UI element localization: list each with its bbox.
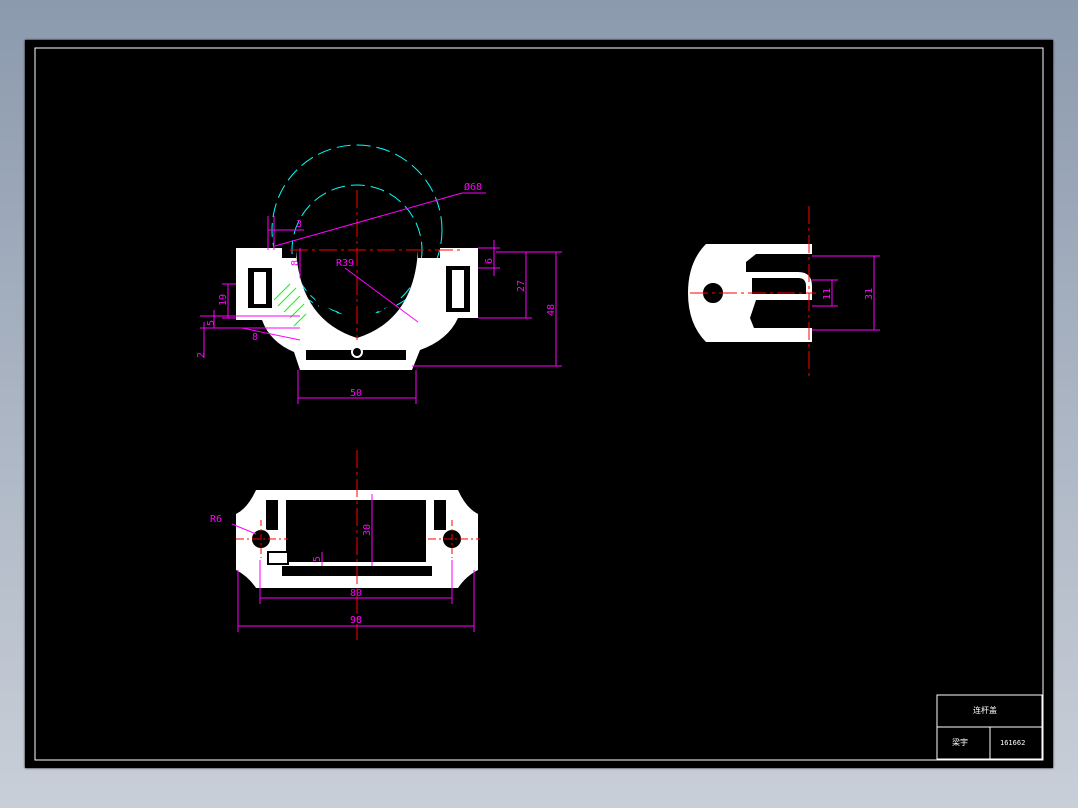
side-view xyxy=(688,206,816,376)
dim-48: 48 xyxy=(546,304,557,316)
top-window xyxy=(286,500,426,562)
dim-11: 11 xyxy=(822,288,833,300)
dim-19: 19 xyxy=(218,294,229,306)
dim-r6: R6 xyxy=(210,514,222,525)
top-view xyxy=(236,450,480,640)
dim-5: 5 xyxy=(206,320,217,326)
dim-d68: Ø68 xyxy=(464,181,482,193)
cad-drawing: Ø68 R39 3 8 6 27 48 19 5 8 2 50 11 31 R6… xyxy=(34,47,1044,761)
dim-r39: R39 xyxy=(336,258,354,269)
dim-30: 30 xyxy=(362,524,373,536)
drawing-number: 161662 xyxy=(1000,739,1025,747)
dim-98: 98 xyxy=(350,615,362,626)
part-name: 连杆盖 xyxy=(973,705,997,715)
dim-50: 50 xyxy=(350,388,362,399)
dim-27: 27 xyxy=(516,280,527,292)
dim-2: 2 xyxy=(196,352,207,358)
title-block-text: 连杆盖 梁宇 161662 xyxy=(952,705,1025,747)
dim-3: 3 xyxy=(296,219,302,230)
inner-frame xyxy=(34,47,1044,761)
top-step xyxy=(267,551,289,565)
bottom-oil-hole xyxy=(351,346,363,358)
designer-name: 梁宇 xyxy=(952,737,968,747)
dim-5-top: 5 xyxy=(312,556,323,562)
dim-80: 80 xyxy=(350,588,362,599)
top-left-pocket xyxy=(266,500,278,530)
dim-6: 6 xyxy=(484,258,495,264)
title-block xyxy=(936,694,1043,760)
side-dim-labels: 11 31 xyxy=(822,288,875,300)
dim-8-small: 8 xyxy=(252,332,258,343)
front-view xyxy=(236,144,478,370)
top-right-pocket xyxy=(434,500,446,530)
left-pocket-inner xyxy=(254,272,266,304)
dim-8: 8 xyxy=(290,260,301,266)
dim-31: 31 xyxy=(864,288,875,300)
side-slot xyxy=(752,278,806,294)
right-pocket-inner xyxy=(452,270,464,308)
